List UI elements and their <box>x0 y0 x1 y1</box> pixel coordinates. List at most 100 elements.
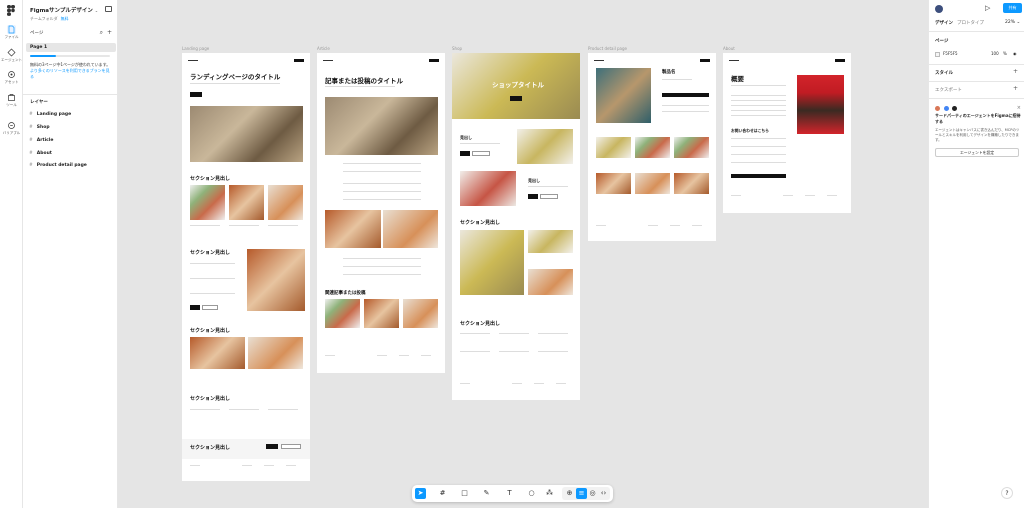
layer-label: Landing page <box>36 112 72 117</box>
shop-product-image <box>460 230 524 295</box>
figma-app: ファイル エージェント アセット ツール バリアブル Figmaサンプルデザイン… <box>0 0 1024 508</box>
rail-assets[interactable]: アセット <box>0 70 23 85</box>
landing-section-4: セクション見出し <box>190 396 231 402</box>
comment-tool-icon[interactable]: ○ <box>526 488 537 499</box>
divider <box>929 98 1024 99</box>
pages-header-actions: ⌕ + <box>96 29 112 37</box>
share-button[interactable]: 共有 <box>1003 3 1022 13</box>
fill-swatch[interactable] <box>935 51 940 57</box>
layer-about[interactable]: # About <box>29 151 52 156</box>
fill-hex[interactable]: F5F5F5 <box>943 51 958 56</box>
add-style-icon[interactable]: + <box>1013 68 1018 75</box>
fill-opacity[interactable]: 100 <box>991 50 999 58</box>
article-related-heading: 関連記事または投稿 <box>325 291 366 296</box>
zoom-level[interactable]: 22% ⌄ <box>1005 20 1020 25</box>
landing-hero-image <box>190 106 303 162</box>
add-export-icon[interactable]: + <box>1013 85 1018 92</box>
fill-unit: % <box>1003 51 1007 56</box>
rail-file-label: ファイル <box>4 35 19 39</box>
layer-landing[interactable]: # Landing page <box>29 112 71 117</box>
frame-label-landing[interactable]: Landing page <box>182 46 209 51</box>
rail-agent[interactable]: エージェント <box>0 48 23 63</box>
agent-logo-icon <box>952 106 958 111</box>
frame-label-article[interactable]: Article <box>317 46 330 51</box>
agent-description: エージェントはキャンバスに書き込んだり、MCPのツールとスキルを利用してデザイン… <box>935 128 1020 142</box>
shape-tool-icon[interactable]: □ <box>459 488 470 499</box>
file-title[interactable]: Figmaサンプルデザイン ⌄ <box>30 6 98 14</box>
product-thumb <box>674 137 709 158</box>
actions-icon[interactable]: ⁂ <box>544 488 555 499</box>
help-button[interactable]: ? <box>1001 487 1013 499</box>
agent-logos: × <box>935 105 1021 113</box>
sidebar-toggle-icon[interactable] <box>105 6 112 12</box>
team-folder[interactable]: チームフォルダ <box>30 16 58 21</box>
frame-label-about[interactable]: About <box>723 46 735 51</box>
rail-file[interactable]: ファイル <box>0 25 23 40</box>
chevron-down-icon: ⌄ <box>94 8 99 13</box>
search-icon[interactable]: ⌕ <box>100 29 103 36</box>
rail-tools-label: ツール <box>6 103 17 107</box>
present-mode-icon[interactable]: ◎ <box>587 488 598 499</box>
variables-icon <box>8 122 15 129</box>
product-thumb <box>635 173 670 194</box>
divider <box>929 64 1024 65</box>
rail-tools[interactable]: ツール <box>0 93 23 108</box>
landing-section-2: セクション見出し <box>190 250 231 256</box>
landing-feature-image <box>247 249 305 311</box>
plan-badge[interactable]: 無料 <box>61 16 69 21</box>
rail-assets-label: アセット <box>4 80 19 84</box>
tab-prototype[interactable]: プロトタイプ <box>957 20 984 26</box>
related-image <box>403 299 438 328</box>
zoom-value: 22% <box>1005 20 1016 25</box>
landing-card-image <box>229 185 264 220</box>
canvas[interactable]: Landing page ランディングページのタイトル セクション見出し セクシ… <box>118 0 928 508</box>
article-hero-title: 記事または投稿のタイトル <box>325 77 403 85</box>
frame-about[interactable]: 概要 お問い合わせはこちら <box>723 53 851 213</box>
layer-product[interactable]: # Product detail page <box>29 163 87 168</box>
frame-article[interactable]: 記事または投稿のタイトル 関連記事または投稿 <box>317 53 445 373</box>
agent-setup-button[interactable]: エージェントを設定 <box>935 148 1019 157</box>
file-title-text: Figmaサンプルデザイン <box>30 8 93 14</box>
frame-landing[interactable]: ランディングページのタイトル セクション見出し セクション見出し セクション見出… <box>182 53 310 481</box>
upsell-link[interactable]: より多くのリソースを利用できるプランを見る <box>30 68 112 80</box>
shop-subheading-2: 見出し <box>528 178 540 183</box>
text-tool-icon[interactable]: T <box>504 488 515 499</box>
about-form-heading: お問い合わせはこちら <box>731 128 769 133</box>
eye-icon[interactable]: ◉ <box>1013 50 1017 58</box>
add-page-icon[interactable]: + <box>107 29 112 36</box>
product-title: 製品名 <box>662 70 676 75</box>
page-fill-row[interactable]: F5F5F5 100 % ◉ <box>935 50 1019 58</box>
upsell-message: 無料の3ページ中1ページが使われています。 より多くのリソースを利用できるプラン… <box>30 62 112 80</box>
frame-product[interactable]: 製品名 <box>588 53 716 241</box>
close-icon[interactable]: × <box>1017 105 1021 111</box>
figma-logo-icon[interactable] <box>7 5 15 16</box>
frame-label-shop[interactable]: Shop <box>452 46 462 51</box>
frame-label-product[interactable]: Product detail page <box>588 46 627 51</box>
article-image <box>325 210 381 248</box>
frame-icon: # <box>29 125 33 130</box>
pen-tool-icon[interactable]: ✎ <box>481 488 492 499</box>
move-tool-icon[interactable]: ➤ <box>415 488 426 499</box>
avatar[interactable] <box>935 5 943 13</box>
shop-hero-title: ショップタイトル <box>492 81 544 89</box>
frame-tool-icon[interactable]: # <box>437 488 448 499</box>
article-image <box>383 210 438 248</box>
file-icon <box>7 25 16 34</box>
shop-section-heading-2: セクション見出し <box>460 321 501 327</box>
tab-design[interactable]: デザイン <box>935 20 953 26</box>
rail-variables[interactable]: バリアブル <box>0 121 23 136</box>
draw-mode-icon[interactable]: ≡ <box>576 488 587 499</box>
agent-logo-icon <box>935 106 940 111</box>
design-mode-icon[interactable]: ⊕ <box>564 488 575 499</box>
agent-invite-card: × サードパーティのエージェントをFigmaに招待する エージェントはキャンバス… <box>935 105 1021 157</box>
right-panel: ▷ 共有 デザイン プロトタイプ 22% ⌄ ページ F5F5F5 100 % … <box>928 0 1024 508</box>
article-hero-image <box>325 97 438 155</box>
page-item-1[interactable]: Page 1 <box>26 43 116 52</box>
present-play-icon[interactable]: ▷ <box>985 4 990 12</box>
frame-shop[interactable]: ショップタイトル 見出し 見出し セクション見出し セクション見出し <box>452 53 580 400</box>
shop-product-image <box>528 269 573 295</box>
related-image <box>325 299 360 328</box>
layer-article[interactable]: # Article <box>29 138 53 143</box>
dev-mode-icon[interactable]: ‹› <box>598 488 609 499</box>
layer-shop[interactable]: # Shop <box>29 125 50 130</box>
